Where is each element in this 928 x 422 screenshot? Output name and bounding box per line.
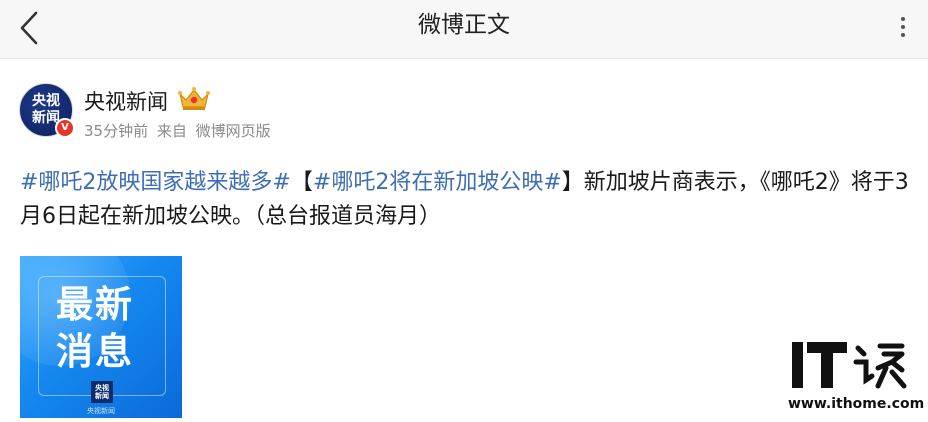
ithome-watermark: www.ithome.com xyxy=(788,332,924,416)
bracket-open: 【 xyxy=(290,170,313,195)
page-title: 微博正文 xyxy=(418,12,510,38)
bracket-close: 】 xyxy=(561,170,584,195)
verified-icon: V xyxy=(55,118,75,138)
post-image[interactable]: 最新 消息 央视 新闻 央视新闻 xyxy=(20,256,182,418)
more-options-button[interactable] xyxy=(890,14,916,42)
post-source: 微博网页版 xyxy=(195,122,271,140)
ithome-logo-icon xyxy=(792,342,907,389)
top-navigation-bar: 微博正文 xyxy=(0,0,928,59)
avatar-line-1: 央视 xyxy=(32,93,60,109)
hashtag-link[interactable]: #哪吒2将在新加坡公映# xyxy=(313,170,562,195)
more-vertical-icon xyxy=(890,17,916,37)
image-headline-2: 消息 xyxy=(56,330,134,373)
post-time: 35分钟前 xyxy=(84,122,149,140)
post-meta: 35分钟前 来自 微博网页版 xyxy=(84,120,275,141)
crown-badge-icon xyxy=(178,87,210,110)
hashtag-link[interactable]: #哪吒2放映国家越来越多# xyxy=(20,170,291,195)
author-name[interactable]: 央视新闻 xyxy=(84,86,168,116)
post-content: #哪吒2放映国家越来越多#【#哪吒2将在新加坡公映#】新加坡片商表示，《哪吒2》… xyxy=(20,166,910,234)
ithome-url: www.ithome.com xyxy=(788,396,925,412)
image-caption: 央视新闻 xyxy=(87,407,115,415)
source-prefix: 来自 xyxy=(156,122,187,140)
cctv-news-logo: 央视 新闻 xyxy=(91,381,113,403)
image-headline-1: 最新 xyxy=(56,283,134,326)
